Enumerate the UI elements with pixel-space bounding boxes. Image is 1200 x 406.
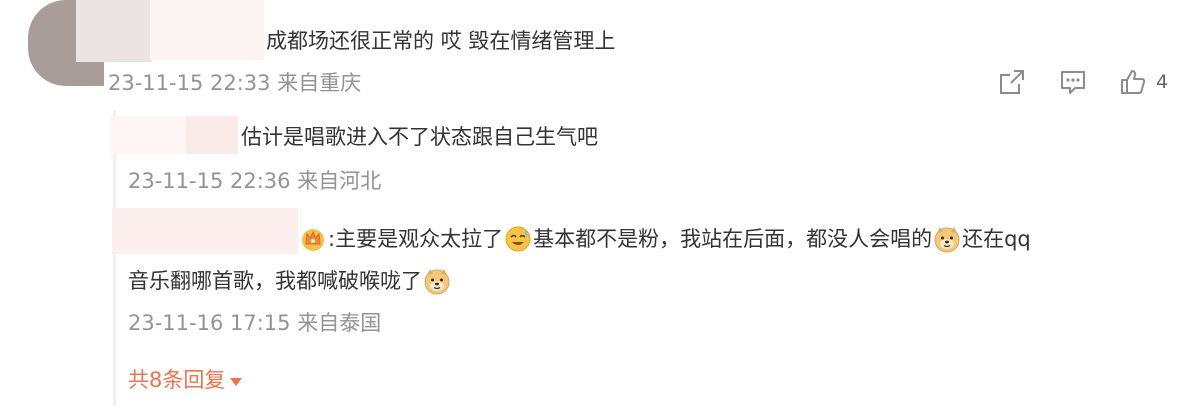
reply-meta: 23-11-16 17:15 来自泰国: [128, 310, 381, 336]
share-button[interactable]: [997, 66, 1027, 98]
comment-actions: 4: [0, 66, 1200, 98]
reply-location: 来自泰国: [297, 311, 382, 335]
caret-down-icon: [229, 366, 243, 394]
doge-emoji-icon: [422, 266, 452, 296]
reply-location: 来自河北: [297, 169, 382, 193]
crown-badge-icon: [298, 224, 328, 254]
more-replies-link[interactable]: 共8条回复: [128, 366, 243, 394]
reply-text: 估计是唱歌进入不了状态跟自己生气吧: [241, 125, 598, 149]
like-icon: [1118, 67, 1148, 97]
reply-text-segment: :主要是观众太拉了: [328, 227, 504, 251]
reply-text-line: 音乐翻哪首歌，我都喊破喉咙了: [128, 266, 452, 296]
reply-username-mask[interactable]: [110, 116, 188, 154]
reply-meta: 23-11-15 22:36 来自河北: [128, 168, 381, 194]
reply-username-mask[interactable]: [112, 208, 298, 254]
sweat-smile-emoji-icon: [503, 224, 533, 254]
more-replies-label: 共8条回复: [128, 368, 226, 392]
reply-text-segment: 音乐翻哪首歌，我都喊破喉咙了: [128, 269, 422, 293]
reply-time: 23-11-16 17:15: [128, 311, 291, 335]
like-button[interactable]: 4: [1118, 66, 1168, 98]
reply-divider: [113, 110, 116, 406]
comment-icon: [1058, 67, 1088, 97]
share-icon: [997, 67, 1027, 97]
comment-text: 成都场还很正常的 哎 毁在情绪管理上: [266, 29, 616, 53]
reply-text-segment: 还在qq: [962, 227, 1031, 251]
reply-text-segment: 基本都不是粉，我站在后面，都没人会唱的: [533, 227, 933, 251]
like-count: 4: [1156, 71, 1169, 93]
username-mask[interactable]: [150, 0, 264, 60]
reply-time: 23-11-15 22:36: [128, 169, 291, 193]
username-mask[interactable]: [76, 0, 152, 62]
doge-emoji-icon: [932, 224, 962, 254]
comment-button[interactable]: [1058, 66, 1088, 98]
reply-username-mask[interactable]: [186, 116, 238, 154]
reply-text-line: :主要是观众太拉了 基本都不是粉，我站在后面，都没人会唱的 还在qq: [298, 224, 1031, 254]
